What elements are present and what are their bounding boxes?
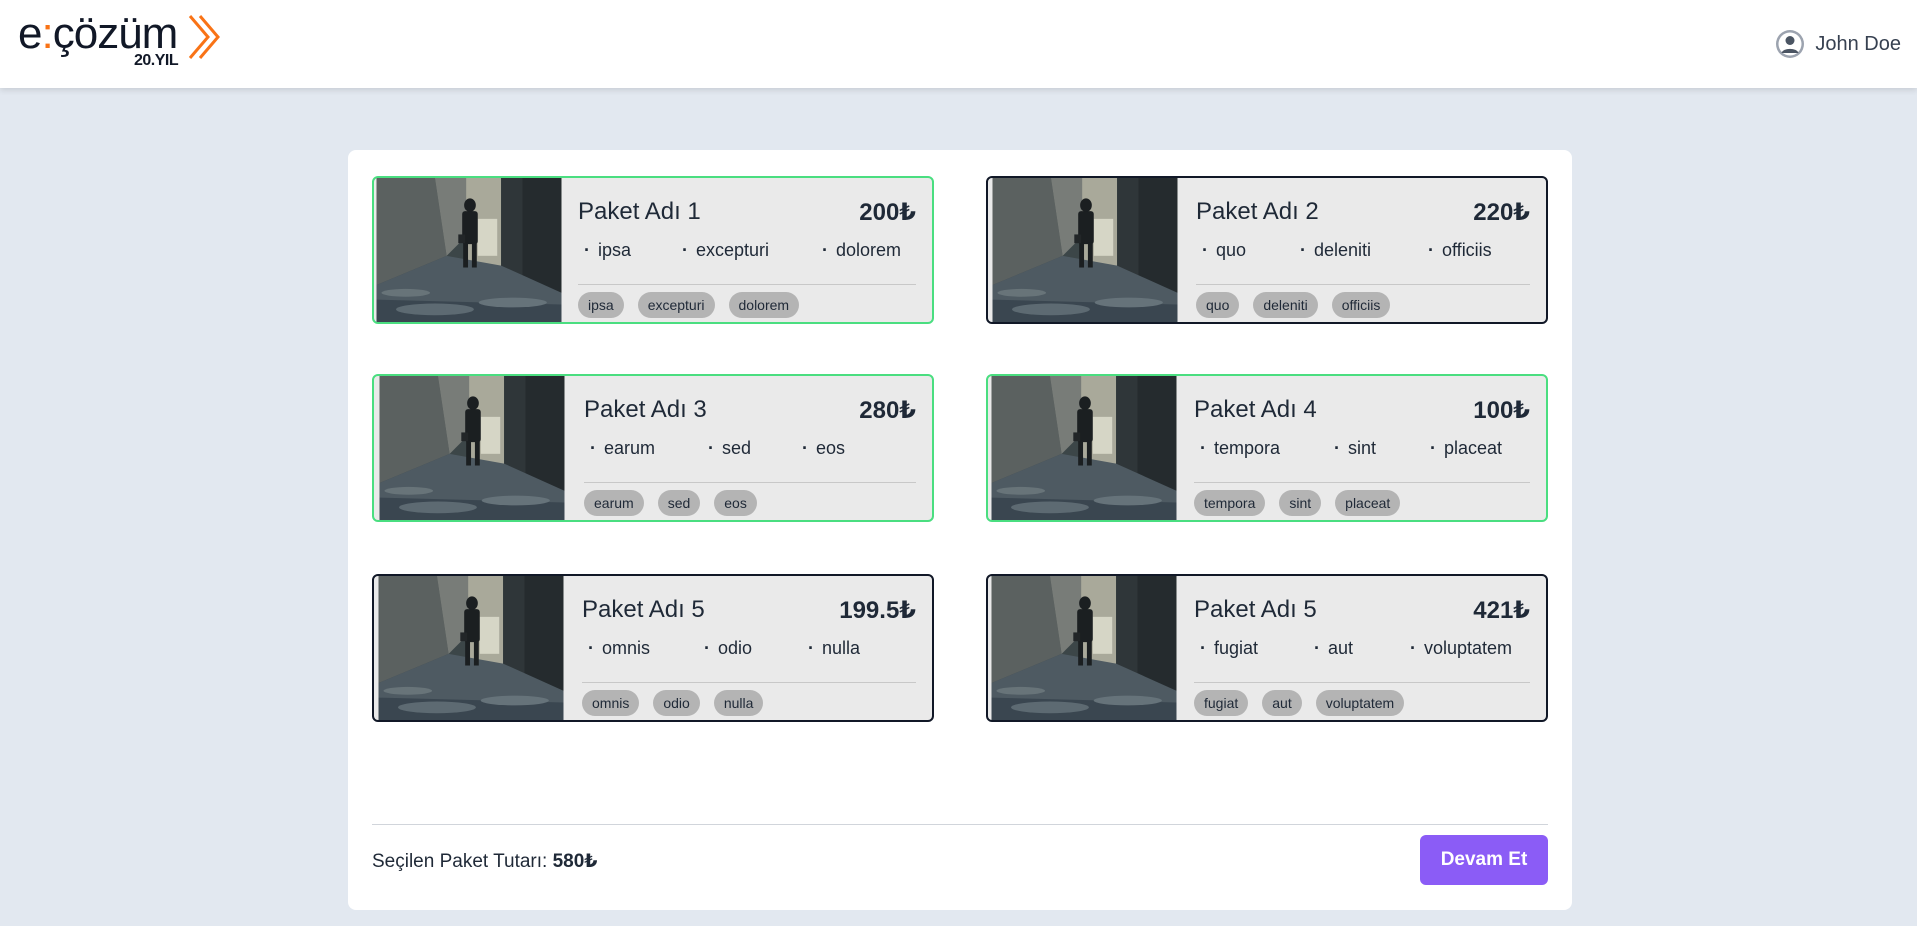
feature-item: eos xyxy=(796,438,845,459)
package-tag: nulla xyxy=(713,690,764,716)
package-tag: sed xyxy=(657,490,701,516)
top-navbar: e:çözüm 20.YIL John Doe xyxy=(0,0,1917,88)
package-features: ipsa excepturi dolorem xyxy=(578,240,916,264)
feature-item: ipsa xyxy=(578,240,631,261)
package-card[interactable]: Paket Adı 3 280₺ earum sed eos earum sed… xyxy=(372,374,934,522)
package-tags: quo deleniti officiis xyxy=(1196,292,1391,318)
feature-item: officiis xyxy=(1422,240,1492,261)
total-value: 580₺ xyxy=(552,851,598,872)
package-price: 421₺ xyxy=(1473,597,1530,624)
ecozum-logo[interactable]: e:çözüm 20.YIL xyxy=(18,8,224,74)
feature-item: sed xyxy=(702,438,751,459)
user-menu[interactable]: John Doe xyxy=(1775,28,1901,60)
package-image xyxy=(374,376,570,520)
package-card[interactable]: Paket Adı 4 100₺ tempora sint placeat te… xyxy=(986,374,1548,522)
package-tag: earum xyxy=(584,490,644,516)
package-name: Paket Adı 5 xyxy=(1194,596,1317,623)
continue-button[interactable]: Devam Et xyxy=(1420,835,1548,885)
package-tag: excepturi xyxy=(637,292,715,318)
feature-item: earum xyxy=(584,438,655,459)
package-image xyxy=(374,178,564,322)
package-name: Paket Adı 3 xyxy=(584,396,707,423)
selected-total: Seçilen Paket Tutarı: 580₺ xyxy=(372,850,598,873)
package-tag: tempora xyxy=(1194,490,1266,516)
feature-item: tempora xyxy=(1194,438,1280,459)
package-price: 199.5₺ xyxy=(839,597,916,624)
package-tag: voluptatem xyxy=(1315,690,1405,716)
package-name: Paket Adı 1 xyxy=(578,198,701,225)
package-features: quo deleniti officiis xyxy=(1196,240,1530,264)
package-features: omnis odio nulla xyxy=(582,638,916,662)
user-avatar-icon xyxy=(1776,30,1805,58)
package-tag: omnis xyxy=(582,690,640,716)
total-label: Seçilen Paket Tutarı: xyxy=(372,851,548,872)
package-name: Paket Adı 4 xyxy=(1194,396,1317,423)
package-features: tempora sint placeat xyxy=(1194,438,1530,462)
package-tag: fugiat xyxy=(1194,690,1249,716)
package-price: 100₺ xyxy=(1473,397,1530,424)
package-tags: ipsa excepturi dolorem xyxy=(578,292,800,318)
package-features: earum sed eos xyxy=(584,438,916,462)
feature-item: deleniti xyxy=(1294,240,1371,261)
card-divider xyxy=(1196,284,1530,285)
feature-item: sint xyxy=(1328,438,1376,459)
package-price: 220₺ xyxy=(1473,199,1530,226)
package-tag: sint xyxy=(1279,490,1322,516)
feature-item: omnis xyxy=(582,638,650,659)
package-tags: earum sed eos xyxy=(584,490,757,516)
package-tag: officiis xyxy=(1331,292,1391,318)
package-tags: omnis odio nulla xyxy=(582,690,764,716)
package-tag: quo xyxy=(1196,292,1240,318)
package-card[interactable]: Paket Adı 5 199.5₺ omnis odio nulla omni… xyxy=(372,574,934,722)
package-tag: placeat xyxy=(1335,490,1401,516)
package-tag: aut xyxy=(1262,690,1302,716)
feature-item: aut xyxy=(1308,638,1353,659)
package-image xyxy=(988,576,1180,720)
package-card[interactable]: Paket Adı 2 220₺ quo deleniti officiis q… xyxy=(986,176,1548,324)
package-tags: fugiat aut voluptatem xyxy=(1194,690,1405,716)
feature-item: voluptatem xyxy=(1404,638,1512,659)
logo-anniversary-text: 20.YIL xyxy=(134,52,179,69)
card-divider xyxy=(578,284,916,285)
package-price: 280₺ xyxy=(859,397,916,424)
package-tag: dolorem xyxy=(728,292,800,318)
card-divider xyxy=(584,482,916,483)
card-divider xyxy=(1194,682,1530,683)
user-name: John Doe xyxy=(1815,32,1901,55)
card-divider xyxy=(582,682,916,683)
card-divider xyxy=(1194,482,1530,483)
feature-item: odio xyxy=(698,638,752,659)
package-price: 200₺ xyxy=(859,199,916,226)
feature-item: nulla xyxy=(802,638,860,659)
logo-chevron-icon xyxy=(188,15,220,59)
package-tag: ipsa xyxy=(578,292,624,318)
package-name: Paket Adı 5 xyxy=(582,596,705,623)
logo-colon: : xyxy=(41,9,53,58)
feature-item: placeat xyxy=(1424,438,1502,459)
package-features: fugiat aut voluptatem xyxy=(1194,638,1530,662)
feature-item: dolorem xyxy=(816,240,901,261)
package-image xyxy=(988,376,1180,520)
feature-item: quo xyxy=(1196,240,1246,261)
feature-item: fugiat xyxy=(1194,638,1258,659)
package-image xyxy=(988,178,1182,322)
package-tag: eos xyxy=(714,490,757,516)
footer-divider xyxy=(372,824,1548,825)
package-tag: deleniti xyxy=(1253,292,1318,318)
package-tag: odio xyxy=(653,690,700,716)
feature-item: excepturi xyxy=(676,240,769,261)
package-image xyxy=(374,576,568,720)
package-card[interactable]: Paket Adı 1 200₺ ipsa excepturi dolorem … xyxy=(372,176,934,324)
package-name: Paket Adı 2 xyxy=(1196,198,1319,225)
package-selection-panel: Paket Adı 1 200₺ ipsa excepturi dolorem … xyxy=(348,150,1572,910)
package-card[interactable]: Paket Adı 5 421₺ fugiat aut voluptatem f… xyxy=(986,574,1548,722)
package-tags: tempora sint placeat xyxy=(1194,490,1401,516)
